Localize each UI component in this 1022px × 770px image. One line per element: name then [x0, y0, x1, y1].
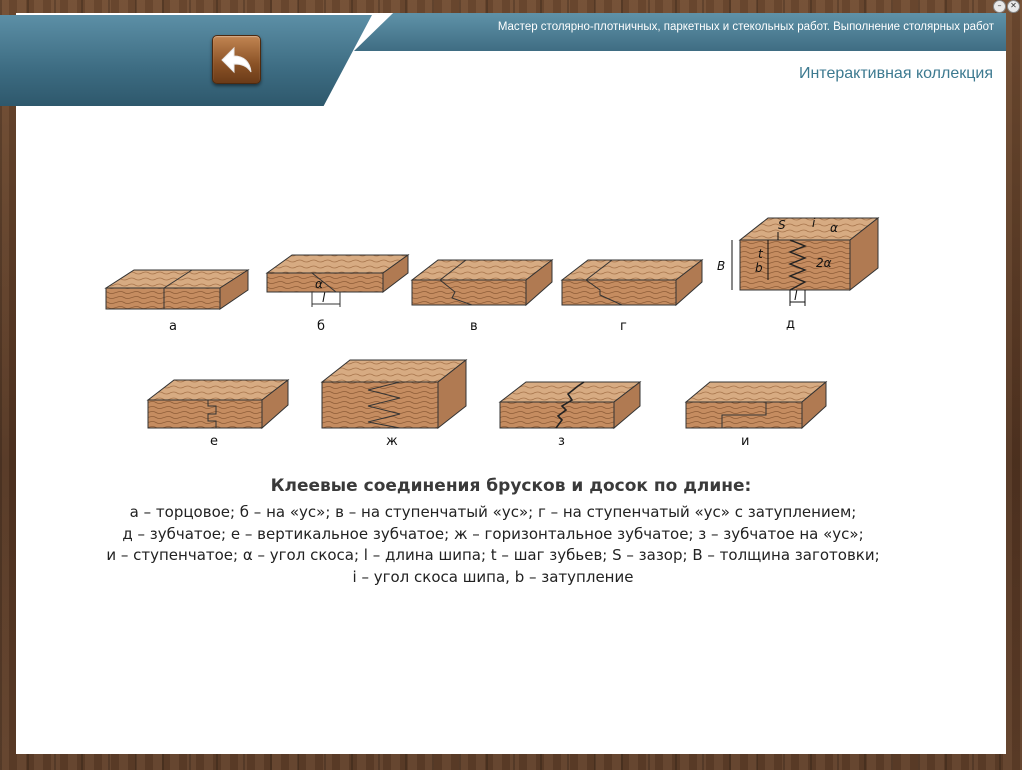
dim-alpha-d: α	[830, 221, 838, 235]
joint-g	[560, 258, 704, 307]
minimize-icon[interactable]: –	[993, 0, 1006, 13]
back-arrow-icon	[220, 46, 251, 73]
close-icon[interactable]: ✕	[1007, 0, 1020, 13]
label-v: в	[470, 319, 478, 334]
course-title: Мастер столярно-плотничных, паркетных и …	[497, 21, 994, 33]
dim-2alpha: 2α	[816, 256, 832, 270]
collection-title: Интерактивная коллекция	[798, 65, 993, 82]
joint-e	[146, 378, 290, 430]
dim-B: B	[717, 259, 725, 273]
caption-line: а – торцовое; б – на «ус»; в – на ступен…	[129, 503, 857, 521]
label-a: а	[169, 319, 177, 334]
back-button[interactable]	[212, 35, 261, 84]
caption-title: Клеевые соединения брусков и досок по дл…	[270, 476, 752, 496]
caption-line: и – ступенчатое; α – угол скоса; l – дли…	[106, 546, 880, 564]
label-zh: ж	[386, 434, 398, 449]
label-z: з	[558, 434, 565, 449]
label-b: б	[317, 319, 325, 334]
header-left-band	[0, 15, 372, 106]
joints-illustration: а α l б в г B b t S i α 2α l д е ж з и	[104, 216, 880, 449]
dim-l-b: l	[322, 291, 326, 305]
joint-v	[410, 258, 554, 307]
joint-zh	[320, 358, 468, 430]
label-e: е	[210, 434, 218, 449]
dim-S: S	[778, 218, 786, 232]
header-title-bar: Мастер столярно-плотничных, паркетных и …	[354, 13, 1006, 51]
caption-body: а – торцовое; б – на «ус»; в – на ступен…	[20, 502, 966, 588]
joint-d	[731, 216, 880, 306]
label-d: д	[786, 317, 795, 332]
joint-b	[265, 254, 410, 307]
dim-alpha-b: α	[315, 277, 323, 291]
dim-b: b	[755, 261, 763, 275]
label-g: г	[620, 319, 627, 334]
joint-z	[498, 380, 642, 430]
joint-a	[104, 269, 250, 310]
dim-l-d: l	[794, 289, 798, 303]
label-i: и	[741, 434, 749, 449]
window-controls: – ✕	[993, 0, 1020, 13]
caption-line: i – угол скоса шипа, b – затупление	[352, 567, 634, 586]
joints-figure: а α l б в г B b t S i α 2α l д е ж з и	[100, 210, 890, 450]
joint-i	[684, 380, 828, 430]
caption-line: д – зубчатое; е – вертикальное зубчатое;…	[122, 524, 864, 543]
